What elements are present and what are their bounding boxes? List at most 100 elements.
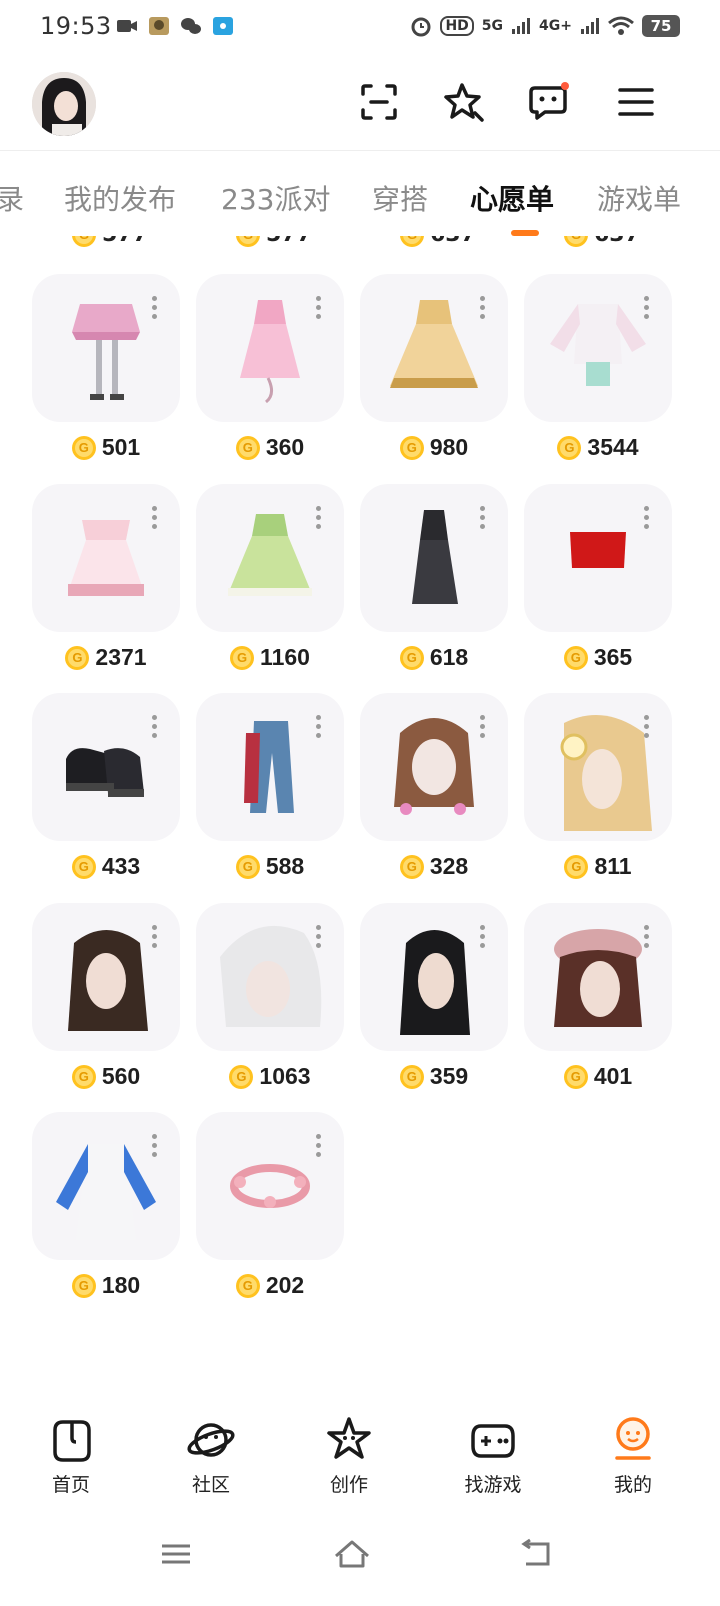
signal-icon-2 bbox=[581, 18, 599, 34]
tab-wishlist[interactable]: 心愿单 bbox=[470, 178, 554, 218]
price-value: 1160 bbox=[260, 644, 310, 670]
coin-icon: G bbox=[72, 236, 96, 247]
tab-233-party[interactable]: 233派对 bbox=[221, 178, 330, 218]
item-thumbnail[interactable] bbox=[360, 693, 508, 841]
more-options-icon[interactable] bbox=[480, 296, 486, 322]
item-thumbnail[interactable] bbox=[196, 484, 344, 632]
item-thumbnail[interactable] bbox=[32, 1112, 180, 1260]
wishlist-item-card[interactable]: G 3544 bbox=[524, 274, 672, 461]
nav-label: 我的 bbox=[613, 1474, 652, 1496]
sparkle-star-icon[interactable] bbox=[442, 80, 486, 124]
item-thumbnail[interactable] bbox=[196, 693, 344, 841]
home-icon bbox=[53, 1420, 91, 1462]
home-system-icon[interactable] bbox=[332, 1534, 372, 1574]
tab-outfits[interactable]: 穿搭 bbox=[372, 178, 428, 218]
wishlist-item-card[interactable]: G 202 bbox=[196, 1112, 344, 1299]
wishlist-item-card[interactable]: G 180 bbox=[32, 1112, 180, 1299]
coin-icon: G bbox=[71, 854, 96, 879]
more-options-icon[interactable] bbox=[316, 715, 322, 741]
coin-icon: G bbox=[557, 435, 582, 460]
more-options-icon[interactable] bbox=[644, 506, 650, 532]
wishlist-item-card[interactable]: G 1063 bbox=[196, 903, 344, 1090]
nav-home[interactable]: 首页 bbox=[21, 1414, 121, 1497]
more-options-icon[interactable] bbox=[644, 925, 650, 951]
header-divider bbox=[0, 150, 720, 151]
item-thumbnail[interactable] bbox=[360, 274, 508, 422]
item-thumbnail[interactable] bbox=[196, 903, 344, 1051]
scan-icon[interactable] bbox=[357, 80, 401, 124]
price-value: 980 bbox=[429, 434, 469, 460]
item-thumbnail[interactable] bbox=[524, 693, 672, 841]
message-icon[interactable] bbox=[527, 80, 571, 124]
wishlist-item-card[interactable]: G 588 bbox=[196, 693, 344, 880]
item-thumbnail[interactable] bbox=[524, 484, 672, 632]
avatar[interactable] bbox=[32, 72, 96, 136]
wishlist-item-card[interactable]: G 811 bbox=[524, 693, 672, 880]
menu-icon[interactable] bbox=[614, 80, 658, 124]
item-thumbnail[interactable] bbox=[360, 903, 508, 1051]
item-thumbnail[interactable] bbox=[360, 484, 508, 632]
tab-record[interactable]: 录 bbox=[0, 178, 24, 218]
wishlist-grid: G577 G577 G637 G637 G501G360G980G3544G23… bbox=[0, 236, 720, 1396]
more-options-icon[interactable] bbox=[480, 925, 486, 951]
more-options-icon[interactable] bbox=[316, 506, 322, 532]
peek-price: 637 bbox=[594, 236, 640, 247]
alarm-icon bbox=[411, 17, 431, 37]
wishlist-item-card[interactable]: G 2371 bbox=[32, 484, 180, 671]
more-options-icon[interactable] bbox=[152, 1134, 158, 1160]
nav-mine[interactable]: 我的 bbox=[583, 1414, 683, 1497]
active-tab-indicator bbox=[511, 230, 539, 236]
recent-apps-icon[interactable] bbox=[156, 1534, 196, 1574]
item-thumbnail[interactable] bbox=[32, 903, 180, 1051]
wishlist-item-card[interactable]: G 618 bbox=[360, 484, 508, 671]
more-options-icon[interactable] bbox=[480, 715, 486, 741]
wechat-icon bbox=[181, 18, 201, 34]
nav-create[interactable]: 创作 bbox=[299, 1414, 399, 1497]
network-4g: 4G+ bbox=[539, 18, 572, 34]
nav-find-games[interactable]: 找游戏 bbox=[443, 1414, 543, 1497]
more-options-icon[interactable] bbox=[316, 296, 322, 322]
wishlist-item-card[interactable]: G 980 bbox=[360, 274, 508, 461]
wishlist-item-card[interactable]: G 1160 bbox=[196, 484, 344, 671]
item-thumbnail[interactable] bbox=[524, 903, 672, 1051]
item-thumbnail[interactable] bbox=[196, 1112, 344, 1260]
wishlist-item-card[interactable]: G 365 bbox=[524, 484, 672, 671]
more-options-icon[interactable] bbox=[480, 506, 486, 532]
tab-bar: 录 我的发布 233派对 穿搭 心愿单 游戏单 bbox=[0, 160, 720, 236]
wishlist-item-card[interactable]: G 501 bbox=[32, 274, 180, 461]
tab-my-posts[interactable]: 我的发布 bbox=[64, 178, 176, 218]
item-thumbnail[interactable] bbox=[32, 693, 180, 841]
more-options-icon[interactable] bbox=[644, 296, 650, 322]
coin-icon: G bbox=[400, 236, 424, 247]
price-value: 560 bbox=[101, 1063, 141, 1089]
more-options-icon[interactable] bbox=[644, 715, 650, 741]
item-price: G 3544 bbox=[524, 434, 672, 461]
wishlist-item-card[interactable]: G 401 bbox=[524, 903, 672, 1090]
wishlist-item-card[interactable]: G 328 bbox=[360, 693, 508, 880]
nav-community[interactable]: 社区 bbox=[161, 1414, 261, 1497]
item-thumbnail[interactable] bbox=[32, 274, 180, 422]
more-options-icon[interactable] bbox=[152, 715, 158, 741]
more-options-icon[interactable] bbox=[316, 925, 322, 951]
item-thumbnail[interactable] bbox=[32, 484, 180, 632]
more-options-icon[interactable] bbox=[152, 925, 158, 951]
item-thumbnail[interactable] bbox=[524, 274, 672, 422]
more-options-icon[interactable] bbox=[316, 1134, 322, 1160]
item-thumbnail[interactable] bbox=[196, 274, 344, 422]
wishlist-item-card[interactable]: G 360 bbox=[196, 274, 344, 461]
wishlist-item-card[interactable]: G 359 bbox=[360, 903, 508, 1090]
coin-icon: G bbox=[235, 435, 260, 460]
notification-dot bbox=[561, 82, 569, 90]
price-value: 811 bbox=[594, 853, 632, 879]
more-options-icon[interactable] bbox=[152, 506, 158, 532]
price-value: 501 bbox=[101, 434, 141, 460]
more-options-icon[interactable] bbox=[152, 296, 158, 322]
wishlist-item-card[interactable]: G 560 bbox=[32, 903, 180, 1090]
tab-game-list[interactable]: 游戏单 bbox=[597, 178, 681, 218]
planet-icon bbox=[187, 1423, 235, 1457]
status-time: 19:53 bbox=[40, 12, 112, 40]
wishlist-item-card[interactable]: G 433 bbox=[32, 693, 180, 880]
back-icon[interactable] bbox=[516, 1534, 556, 1574]
price-value: 202 bbox=[265, 1272, 305, 1298]
coin-icon: G bbox=[71, 1273, 96, 1298]
